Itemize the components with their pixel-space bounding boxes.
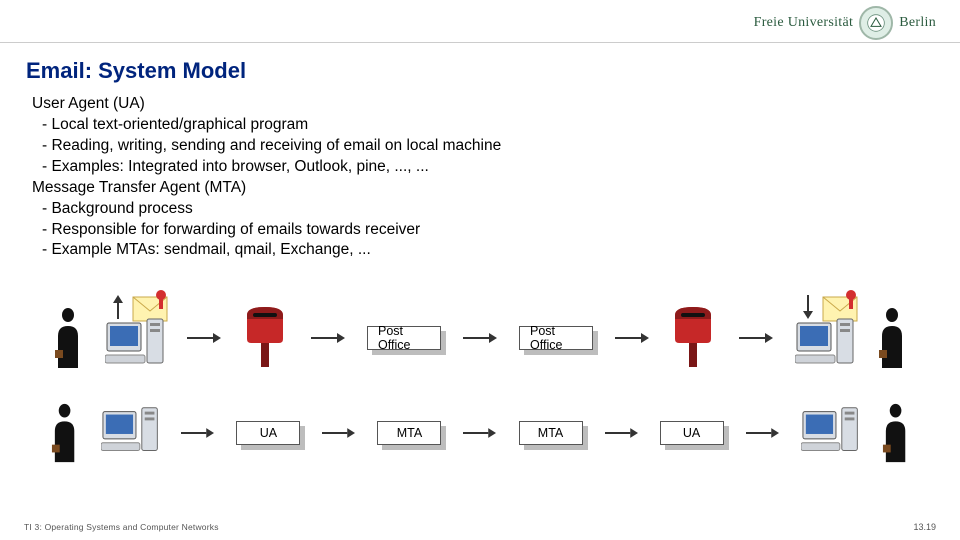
mailbox-icon — [243, 307, 289, 369]
ua-bullet-2: Reading, writing, sending and receiving … — [32, 136, 928, 157]
post-office-box-1: Post Office — [367, 326, 441, 350]
body-text: User Agent (UA) Local text-oriented/grap… — [32, 94, 928, 261]
post-office-box-2: Post Office — [519, 326, 593, 350]
post-office-label: Post Office — [378, 324, 430, 352]
ua-heading: User Agent (UA) — [32, 94, 928, 115]
arrow-right-icon — [187, 331, 221, 345]
ua-label: UA — [683, 426, 700, 440]
slide-title: Email: System Model — [26, 58, 246, 84]
ua-bullet-1: Local text-oriented/graphical program — [32, 115, 928, 136]
mta-bullet-1: Background process — [32, 199, 928, 220]
header-rule — [0, 42, 960, 43]
person-receiver-icon — [881, 401, 910, 465]
arrow-right-icon — [181, 426, 214, 440]
footer-right: 13.19 — [913, 522, 936, 532]
computer-icon — [801, 405, 859, 461]
arrow-right-icon — [605, 426, 638, 440]
mta-bullet-3: Example MTAs: sendmail, qmail, Exchange,… — [32, 240, 928, 261]
mta-bullet-2: Responsible for forwarding of emails tow… — [32, 220, 928, 241]
ua-box-2: UA — [660, 421, 724, 445]
person-receiver-icon — [877, 306, 907, 370]
post-office-label: Post Office — [530, 324, 582, 352]
logo-text-main: Freie Universität — [754, 15, 854, 31]
ua-box-1: UA — [236, 421, 300, 445]
mta-box-1: MTA — [377, 421, 441, 445]
mailbox-icon — [671, 307, 717, 369]
person-sender-icon — [50, 401, 79, 465]
mta-heading: Message Transfer Agent (MTA) — [32, 178, 928, 199]
computer-icon — [101, 405, 159, 461]
ua-label: UA — [260, 426, 277, 440]
arrow-right-icon — [463, 331, 497, 345]
arrow-right-icon — [746, 426, 779, 440]
university-logo: Freie Universität Berlin — [754, 6, 936, 40]
seal-icon — [859, 6, 893, 40]
computer-icon — [795, 317, 855, 373]
mta-box-2: MTA — [519, 421, 583, 445]
mta-label: MTA — [397, 426, 422, 440]
arrow-right-icon — [739, 331, 773, 345]
ua-bullet-3: Examples: Integrated into browser, Outlo… — [32, 157, 928, 178]
diagram-top-row: Post Office Post Office — [50, 292, 910, 384]
slide: Freie Universität Berlin Email: System M… — [0, 0, 960, 540]
arrow-right-icon — [615, 331, 649, 345]
computer-icon — [105, 317, 165, 373]
arrow-right-icon — [322, 426, 355, 440]
receiver-ua-icon — [795, 303, 855, 373]
diagram: Post Office Post Office — [50, 292, 910, 482]
logo-text-sub: Berlin — [899, 15, 936, 31]
footer-left: TI 3: Operating Systems and Computer Net… — [24, 522, 219, 532]
mta-label: MTA — [538, 426, 563, 440]
diagram-bottom-row: UA MTA MTA UA — [50, 398, 910, 468]
arrow-right-icon — [463, 426, 496, 440]
up-arrow-icon — [111, 295, 125, 319]
arrow-right-icon — [311, 331, 345, 345]
down-arrow-icon — [801, 295, 815, 319]
person-sender-icon — [53, 306, 83, 370]
sender-ua-icon — [105, 303, 165, 373]
